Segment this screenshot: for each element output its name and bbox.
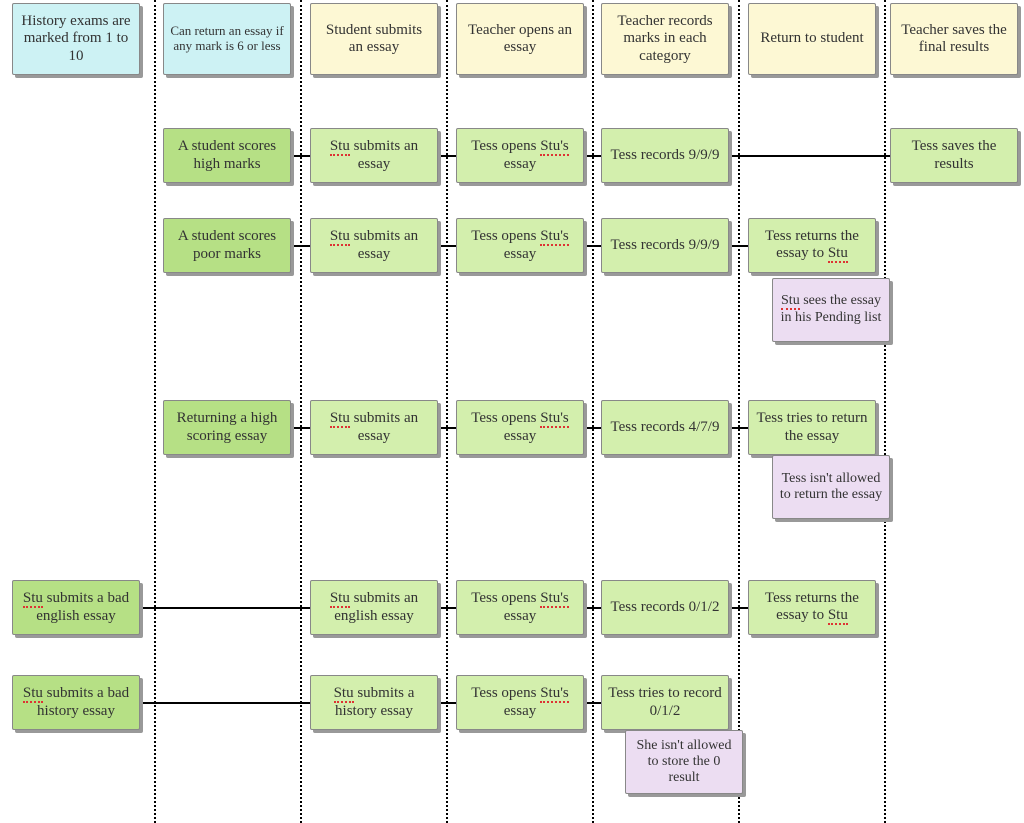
scenario-bad-english: Stu submits a bad english essay xyxy=(12,580,140,635)
r1-save: Tess saves the results xyxy=(890,128,1018,183)
column-separator xyxy=(592,0,594,823)
header-student-submits: Student submits an essay xyxy=(310,3,438,75)
r3-return: Tess tries to return the essay xyxy=(748,400,876,455)
r1-record: Tess records 9/9/9 xyxy=(601,128,729,183)
connector xyxy=(140,607,310,609)
column-separator xyxy=(446,0,448,823)
r2-note: Stu sees the essay in his Pending list xyxy=(772,278,890,342)
r4-return: Tess returns the essay to Stu xyxy=(748,580,876,635)
scenario-bad-history: Stu submits a bad history essay xyxy=(12,675,140,730)
column-separator xyxy=(154,0,156,823)
header-teacher-records: Teacher records marks in each category xyxy=(601,3,729,75)
r5-note: She isn't allowed to store the 0 result xyxy=(625,730,743,794)
r1-open: Tess opens Stu's essay xyxy=(456,128,584,183)
scenario-returning-high: Returning a high scoring essay xyxy=(163,400,291,455)
r4-open: Tess opens Stu's essay xyxy=(456,580,584,635)
header-teacher-saves: Teacher saves the final results xyxy=(890,3,1018,75)
r3-record: Tess records 4/7/9 xyxy=(601,400,729,455)
header-return-student: Return to student xyxy=(748,3,876,75)
r4-record: Tess records 0/1/2 xyxy=(601,580,729,635)
r3-note: Tess isn't allowed to return the essay xyxy=(772,455,890,519)
r4-submit: Stu submits an english essay xyxy=(310,580,438,635)
r1-submit: Stu submits an essay xyxy=(310,128,438,183)
r2-open: Tess opens Stu's essay xyxy=(456,218,584,273)
r2-return: Tess returns the essay to Stu xyxy=(748,218,876,273)
r5-submit: Stu submits a history essay xyxy=(310,675,438,730)
column-separator xyxy=(300,0,302,823)
scenario-high-marks: A student scores high marks xyxy=(163,128,291,183)
diagram-board: History exams are marked from 1 to 10 Ca… xyxy=(0,0,1024,823)
header-teacher-opens: Teacher opens an essay xyxy=(456,3,584,75)
r3-submit: Stu submits an essay xyxy=(310,400,438,455)
scenario-poor-marks: A student scores poor marks xyxy=(163,218,291,273)
r2-submit: Stu submits an essay xyxy=(310,218,438,273)
connector xyxy=(729,155,890,157)
r5-record: Tess tries to record 0/1/2 xyxy=(601,675,729,730)
r3-open: Tess opens Stu's essay xyxy=(456,400,584,455)
column-separator xyxy=(738,0,740,823)
rule-history: History exams are marked from 1 to 10 xyxy=(12,3,140,75)
r5-open: Tess opens Stu's essay xyxy=(456,675,584,730)
column-separator xyxy=(884,0,886,823)
r2-record: Tess records 9/9/9 xyxy=(601,218,729,273)
connector xyxy=(140,702,310,704)
rule-return6: Can return an essay if any mark is 6 or … xyxy=(163,3,291,75)
